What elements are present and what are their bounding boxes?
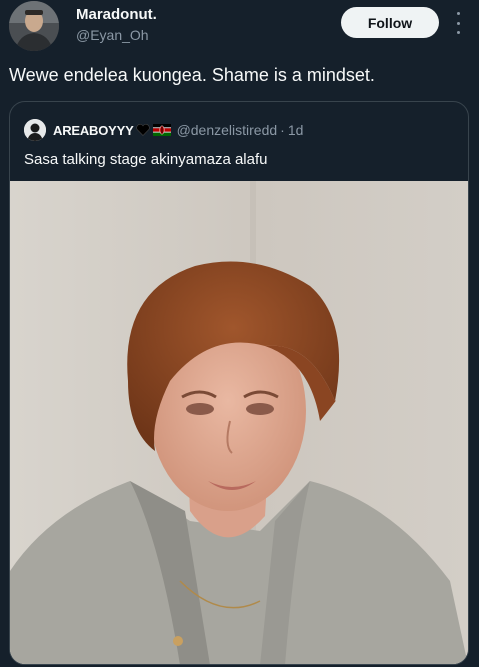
author-block: Maradonut. @Eyan_Oh <box>76 7 157 42</box>
separator-dot: · <box>280 122 285 138</box>
tweet-card: Maradonut. @Eyan_Oh Follow Wewe endelea … <box>0 0 479 667</box>
quoted-tweet-header: AREABOYYY @denzelistiredd · 1d <box>24 119 303 141</box>
kenya-flag-icon <box>152 124 171 136</box>
quoted-media-photo[interactable] <box>10 181 468 664</box>
quoted-timestamp[interactable]: 1d <box>288 122 304 138</box>
quoted-avatar-icon[interactable] <box>24 119 46 141</box>
more-options-icon[interactable] <box>452 12 464 34</box>
author-display-name[interactable]: Maradonut. <box>76 7 157 22</box>
black-heart-icon <box>135 124 150 136</box>
tweet-text: Wewe endelea kuongea. Shame is a mindset… <box>9 65 375 85</box>
quoted-handle[interactable]: @denzelistiredd <box>177 122 278 138</box>
quoted-tweet-text: Sasa talking stage akinyamaza alafu <box>24 151 268 168</box>
user-avatar-icon[interactable] <box>9 1 59 51</box>
author-handle[interactable]: @Eyan_Oh <box>76 28 157 42</box>
quoted-tweet[interactable]: AREABOYYY @denzelistiredd · 1d Sasa talk… <box>9 101 469 665</box>
follow-button[interactable]: Follow <box>341 7 439 38</box>
quoted-display-name[interactable]: AREABOYYY <box>53 123 134 138</box>
